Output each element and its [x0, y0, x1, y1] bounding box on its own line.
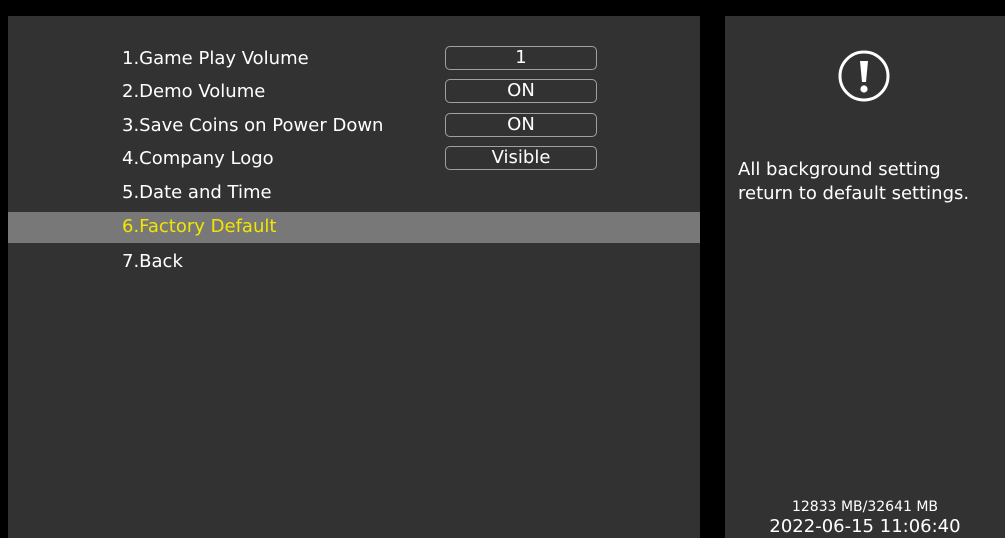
storage-usage: 12833 MB/32641 MB [791, 499, 939, 515]
menu-item-label: 2.Demo Volume [122, 81, 266, 102]
menu-item-company-logo[interactable]: 4.Company Logo Visible [8, 144, 700, 175]
game-play-volume-value[interactable]: 1 [445, 46, 597, 70]
top-border [0, 0, 1005, 16]
exclamation-circle-icon [838, 50, 890, 102]
menu-item-back[interactable]: 7.Back [8, 247, 700, 278]
menu-item-label: 6.Factory Default [122, 216, 277, 237]
info-panel: All background setting return to default… [725, 16, 1005, 538]
menu-item-label: 7.Back [122, 251, 183, 272]
menu-item-label: 3.Save Coins on Power Down [122, 115, 384, 136]
menu-item-label: 5.Date and Time [122, 182, 272, 203]
setting-description: All background setting return to default… [738, 159, 970, 204]
menu-item-label: 4.Company Logo [122, 148, 274, 169]
settings-screen: 1.Game Play Volume 1 2.Demo Volume ON 3.… [0, 0, 1005, 538]
company-logo-value[interactable]: Visible [445, 146, 597, 170]
menu-item-demo-volume[interactable]: 2.Demo Volume ON [8, 77, 700, 108]
panel-divider [700, 16, 725, 538]
menu-item-save-coins[interactable]: 3.Save Coins on Power Down ON [8, 111, 700, 142]
menu-item-game-play-volume[interactable]: 1.Game Play Volume 1 [8, 44, 700, 75]
current-datetime: 2022-06-15 11:06:40 [769, 516, 961, 537]
menu-item-label: 1.Game Play Volume [122, 48, 309, 69]
menu-item-date-and-time[interactable]: 5.Date and Time [8, 178, 700, 209]
demo-volume-value[interactable]: ON [445, 79, 597, 103]
menu-item-factory-default[interactable]: 6.Factory Default [8, 212, 700, 243]
settings-menu-panel: 1.Game Play Volume 1 2.Demo Volume ON 3.… [8, 16, 700, 538]
save-coins-value[interactable]: ON [445, 113, 597, 137]
